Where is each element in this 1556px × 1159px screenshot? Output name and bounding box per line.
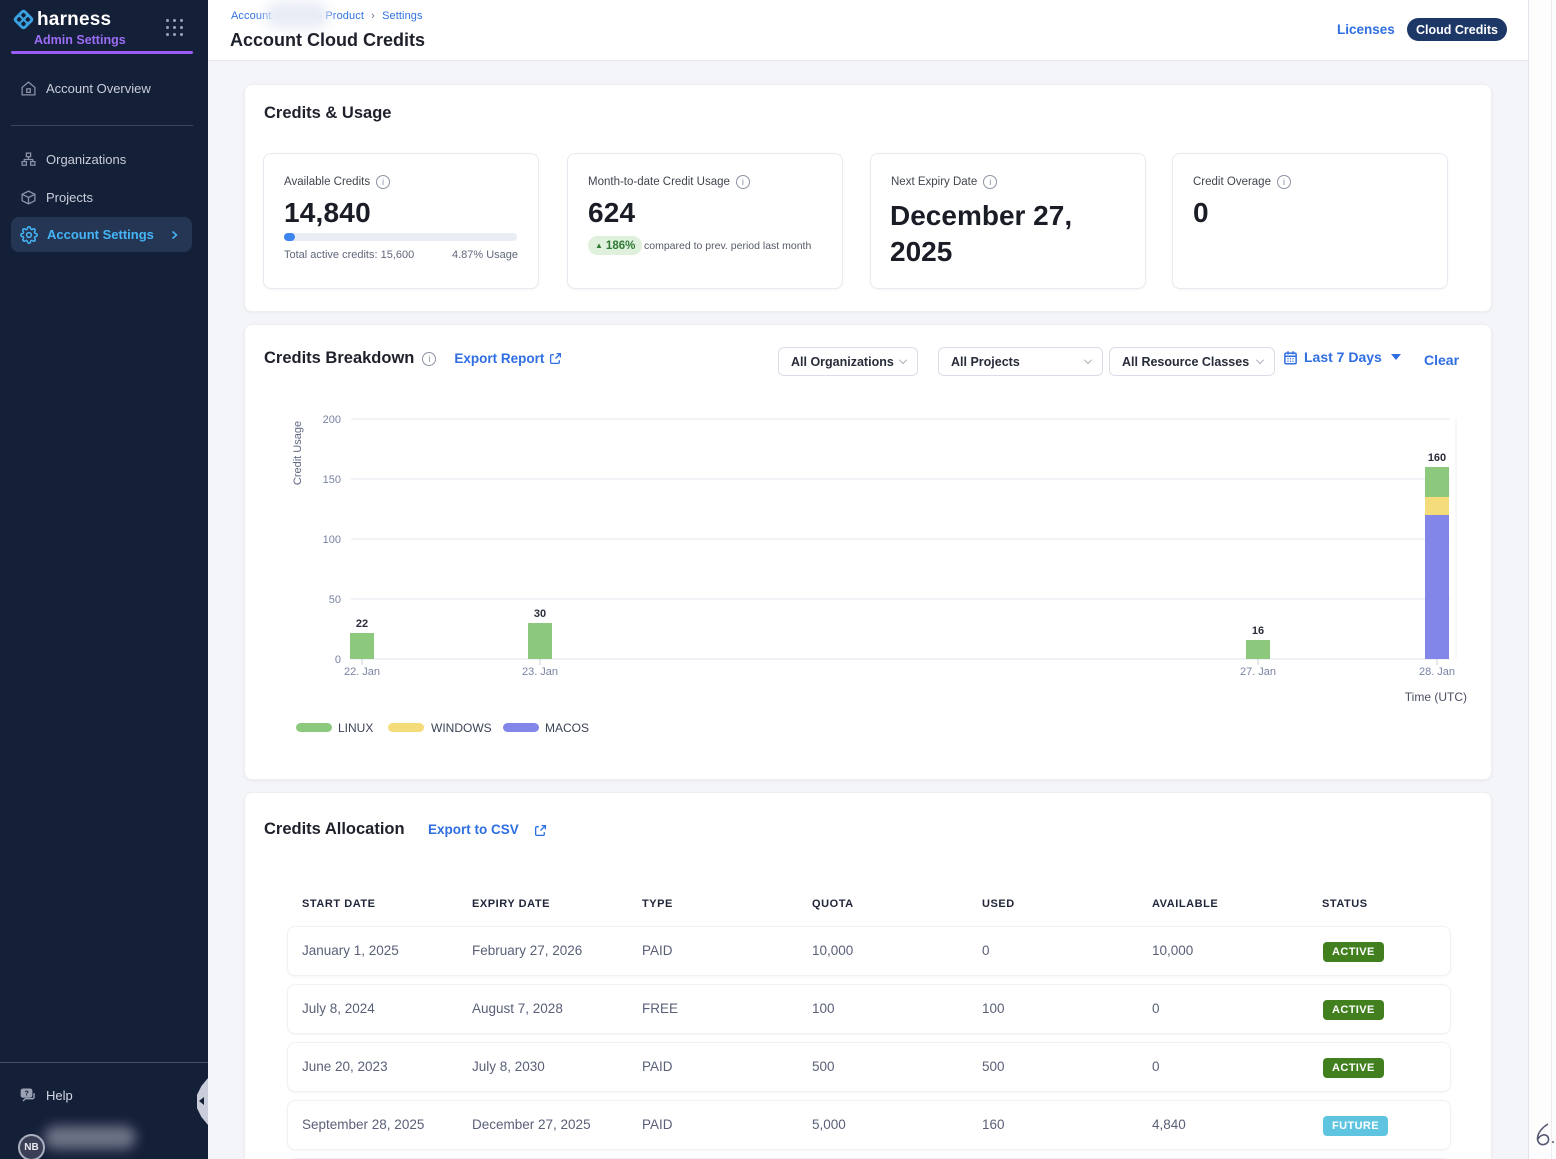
svg-text:50: 50 (329, 594, 341, 606)
svg-text:27. Jan: 27. Jan (1240, 666, 1276, 678)
svg-text:16: 16 (1252, 625, 1264, 637)
svg-text:LINUX: LINUX (338, 721, 373, 735)
svg-text:150: 150 (323, 474, 341, 486)
svg-text:23. Jan: 23. Jan (522, 666, 558, 678)
svg-text:22. Jan: 22. Jan (344, 666, 380, 678)
svg-text:?: ? (25, 1090, 29, 1098)
svg-text:Credit Usage: Credit Usage (292, 421, 304, 485)
svg-text:0: 0 (335, 654, 341, 666)
svg-text:28. Jan: 28. Jan (1419, 666, 1455, 678)
svg-text:MACOS: MACOS (545, 721, 589, 735)
svg-text:30: 30 (534, 608, 546, 620)
svg-text:Time (UTC): Time (UTC) (1405, 690, 1467, 704)
svg-text:200: 200 (323, 414, 341, 426)
svg-text:WINDOWS: WINDOWS (431, 721, 492, 735)
svg-text:160: 160 (1428, 452, 1446, 464)
svg-text:22: 22 (356, 618, 368, 630)
svg-text:100: 100 (323, 534, 341, 546)
